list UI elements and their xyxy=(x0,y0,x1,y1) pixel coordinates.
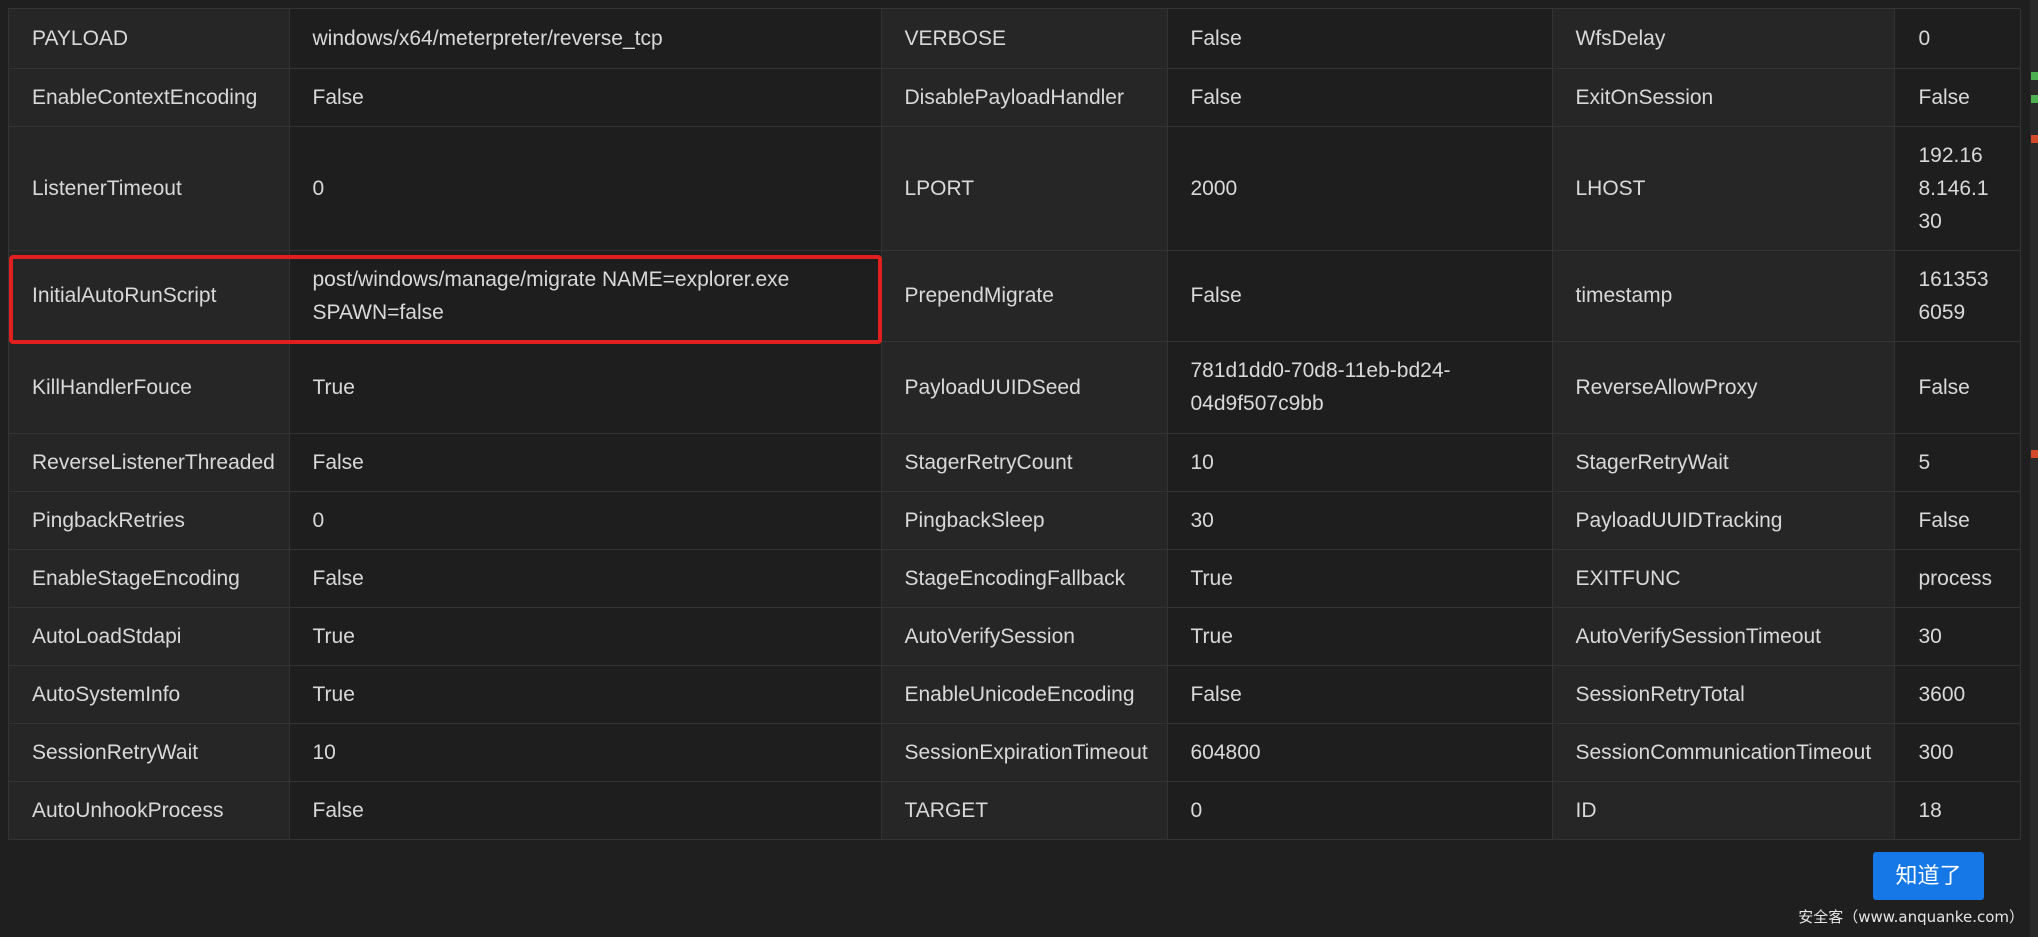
option-value-left: False xyxy=(289,781,882,840)
option-value-middle: False xyxy=(1167,250,1553,342)
option-key-middle: AutoVerifySession xyxy=(881,607,1168,666)
option-value-right: process xyxy=(1894,549,2021,608)
option-value-left: False xyxy=(289,68,882,127)
option-key-right: AutoVerifySessionTimeout xyxy=(1552,607,1895,666)
option-key-right: ReverseAllowProxy xyxy=(1552,341,1895,434)
option-value-middle: 30 xyxy=(1167,491,1553,550)
option-key-left: ListenerTimeout xyxy=(9,126,290,251)
option-key-right: StagerRetryWait xyxy=(1552,433,1895,492)
option-key-right: SessionCommunicationTimeout xyxy=(1552,723,1895,782)
option-key-right: timestamp xyxy=(1552,250,1895,342)
edge-mark xyxy=(2031,135,2038,143)
option-key-right: ID xyxy=(1552,781,1895,840)
option-value-right: 1613536059 xyxy=(1894,250,2021,342)
option-value-left: True xyxy=(289,607,882,666)
option-key-left: EnableContextEncoding xyxy=(9,68,290,127)
table-row: EnableStageEncoding False StageEncodingFal… xyxy=(9,549,2021,608)
option-value-middle: False xyxy=(1167,9,1553,69)
option-key-middle: StageEncodingFallback xyxy=(881,549,1168,608)
edge-mark xyxy=(2031,95,2038,103)
table-row: SessionRetryWait 10 SessionExpirationTimeo… xyxy=(9,723,2021,782)
option-value-right: 0 xyxy=(1894,9,2021,69)
option-value-left: False xyxy=(289,433,882,492)
table-row: KillHandlerFouce True PayloadUUIDSeed 781d1… xyxy=(9,341,2021,434)
option-value-right: 30 xyxy=(1894,607,2021,666)
option-value-left: False xyxy=(289,549,882,608)
option-key-left: KillHandlerFouce xyxy=(9,341,290,434)
option-key-right: WfsDelay xyxy=(1552,9,1895,69)
option-value-middle: 0 xyxy=(1167,781,1553,840)
option-key-middle: PingbackSleep xyxy=(881,491,1168,550)
option-value-middle: 10 xyxy=(1167,433,1553,492)
option-key-middle: StagerRetryCount xyxy=(881,433,1168,492)
option-value-left: post/windows/manage/migrate NAME=explore… xyxy=(289,250,882,342)
table-row: EnableContextEncoding False DisablePayload… xyxy=(9,68,2021,127)
option-key-left: InitialAutoRunScript xyxy=(9,250,290,342)
edge-mark xyxy=(2031,72,2038,80)
option-value-middle: 2000 xyxy=(1167,126,1553,251)
option-key-middle: LPORT xyxy=(881,126,1168,251)
options-dialog: PAYLOAD windows/x64/meterpreter/reverse_t… xyxy=(0,0,2038,937)
option-key-middle: SessionExpirationTimeout xyxy=(881,723,1168,782)
table-row: PAYLOAD windows/x64/meterpreter/reverse_t… xyxy=(9,9,2021,69)
options-table-container: PAYLOAD windows/x64/meterpreter/reverse_t… xyxy=(8,8,2021,840)
option-key-middle: TARGET xyxy=(881,781,1168,840)
option-value-right: 5 xyxy=(1894,433,2021,492)
option-value-middle: True xyxy=(1167,549,1553,608)
option-key-right: LHOST xyxy=(1552,126,1895,251)
option-value-middle: 604800 xyxy=(1167,723,1553,782)
option-value-right: 18 xyxy=(1894,781,2021,840)
option-key-left: AutoSystemInfo xyxy=(9,665,290,724)
table-row: AutoLoadStdapi True AutoVerifySession True A… xyxy=(9,607,2021,666)
option-value-middle: True xyxy=(1167,607,1553,666)
table-row: AutoSystemInfo True EnableUnicodeEncoding F… xyxy=(9,665,2021,724)
option-value-middle: False xyxy=(1167,665,1553,724)
option-key-middle: DisablePayloadHandler xyxy=(881,68,1168,127)
option-key-middle: VERBOSE xyxy=(881,9,1168,69)
option-value-left: windows/x64/meterpreter/reverse_tcp xyxy=(289,9,882,69)
ok-button[interactable]: 知道了 xyxy=(1873,852,1984,900)
option-value-left: 0 xyxy=(289,126,882,251)
option-value-right: False xyxy=(1894,491,2021,550)
option-key-middle: PayloadUUIDSeed xyxy=(881,341,1168,434)
table-row: AutoUnhookProcess False TARGET 0 ID 18 xyxy=(9,781,2021,840)
option-value-left: 10 xyxy=(289,723,882,782)
option-value-right: 3600 xyxy=(1894,665,2021,724)
option-key-right: ExitOnSession xyxy=(1552,68,1895,127)
option-value-right: 192.168.146.130 xyxy=(1894,126,2021,251)
option-value-middle: False xyxy=(1167,68,1553,127)
option-value-left: 0 xyxy=(289,491,882,550)
option-value-left: True xyxy=(289,665,882,724)
option-key-left: AutoUnhookProcess xyxy=(9,781,290,840)
option-value-right: 300 xyxy=(1894,723,2021,782)
option-key-middle: EnableUnicodeEncoding xyxy=(881,665,1168,724)
table-row: ReverseListenerThreaded False StagerRetryC… xyxy=(9,433,2021,492)
table-row: ListenerTimeout 0 LPORT 2000 LHOST 192.168.14… xyxy=(9,126,2021,251)
option-value-right: False xyxy=(1894,341,2021,434)
edge-mark xyxy=(2031,450,2038,458)
option-key-left: ReverseListenerThreaded xyxy=(9,433,290,492)
option-value-right: False xyxy=(1894,68,2021,127)
option-value-middle: 781d1dd0-70d8-11eb-bd24-04d9f507c9bb xyxy=(1167,341,1553,434)
option-key-left: AutoLoadStdapi xyxy=(9,607,290,666)
table-row: InitialAutoRunScript post/windows/manage/… xyxy=(9,250,2021,342)
option-key-left: PAYLOAD xyxy=(9,9,290,69)
option-key-right: EXITFUNC xyxy=(1552,549,1895,608)
option-key-left: PingbackRetries xyxy=(9,491,290,550)
option-key-right: PayloadUUIDTracking xyxy=(1552,491,1895,550)
option-value-left: True xyxy=(289,341,882,434)
watermark: 安全客（www.anquanke.com） xyxy=(1798,908,2024,926)
options-table: PAYLOAD windows/x64/meterpreter/reverse_t… xyxy=(9,9,2021,840)
option-key-left: SessionRetryWait xyxy=(9,723,290,782)
option-key-left: EnableStageEncoding xyxy=(9,549,290,608)
option-key-middle: PrependMigrate xyxy=(881,250,1168,342)
table-row: PingbackRetries 0 PingbackSleep 30 PayloadUU… xyxy=(9,491,2021,550)
option-key-right: SessionRetryTotal xyxy=(1552,665,1895,724)
